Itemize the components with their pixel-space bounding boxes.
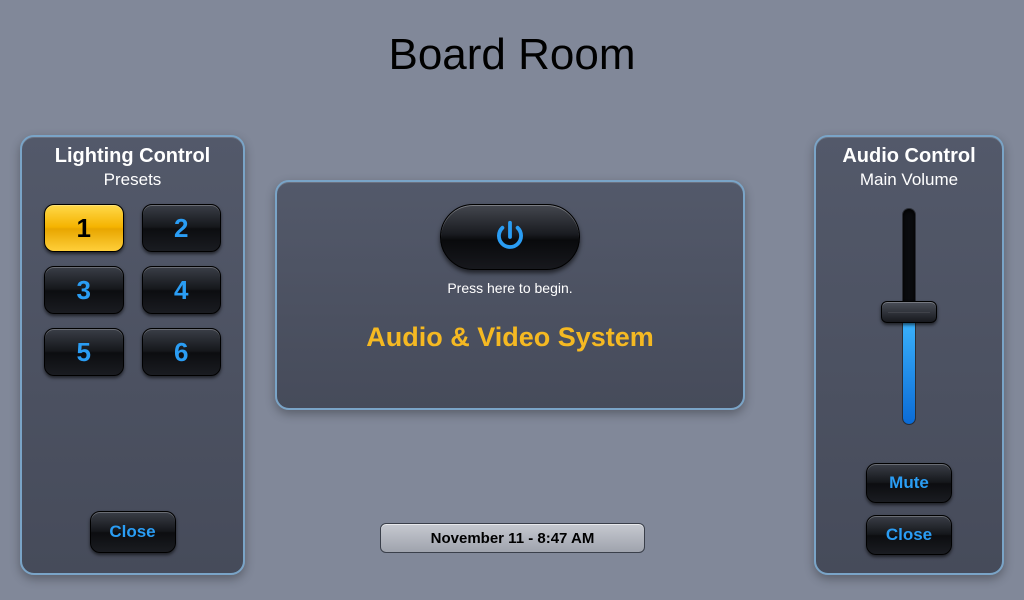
lighting-preset-grid: 1 2 3 4 5 6 [22, 190, 243, 376]
audio-control-panel: Audio Control Main Volume Mute Close [814, 135, 1004, 575]
lighting-close-button[interactable]: Close [90, 511, 176, 553]
lighting-control-panel: Lighting Control Presets 1 2 3 4 5 6 Clo… [20, 135, 245, 575]
audio-panel-subtitle: Main Volume [816, 170, 1002, 190]
preset-button-4[interactable]: 4 [142, 266, 222, 314]
preset-button-2[interactable]: 2 [142, 204, 222, 252]
preset-button-6[interactable]: 6 [142, 328, 222, 376]
volume-slider-thumb[interactable] [881, 301, 937, 323]
lighting-panel-subtitle: Presets [22, 170, 243, 190]
volume-slider-fill [903, 312, 915, 424]
audio-close-button[interactable]: Close [866, 515, 952, 555]
av-system-panel: Press here to begin. Audio & Video Syste… [275, 180, 745, 410]
preset-button-3[interactable]: 3 [44, 266, 124, 314]
power-icon [491, 218, 529, 256]
preset-button-1[interactable]: 1 [44, 204, 124, 252]
mute-button[interactable]: Mute [866, 463, 952, 503]
preset-button-5[interactable]: 5 [44, 328, 124, 376]
page-title: Board Room [0, 30, 1024, 80]
power-button[interactable] [440, 204, 580, 270]
press-here-label: Press here to begin. [447, 280, 572, 296]
datetime-display: November 11 - 8:47 AM [380, 523, 645, 553]
audio-panel-title: Audio Control [816, 145, 1002, 168]
av-system-title: Audio & Video System [366, 322, 654, 353]
lighting-panel-title: Lighting Control [22, 145, 243, 168]
